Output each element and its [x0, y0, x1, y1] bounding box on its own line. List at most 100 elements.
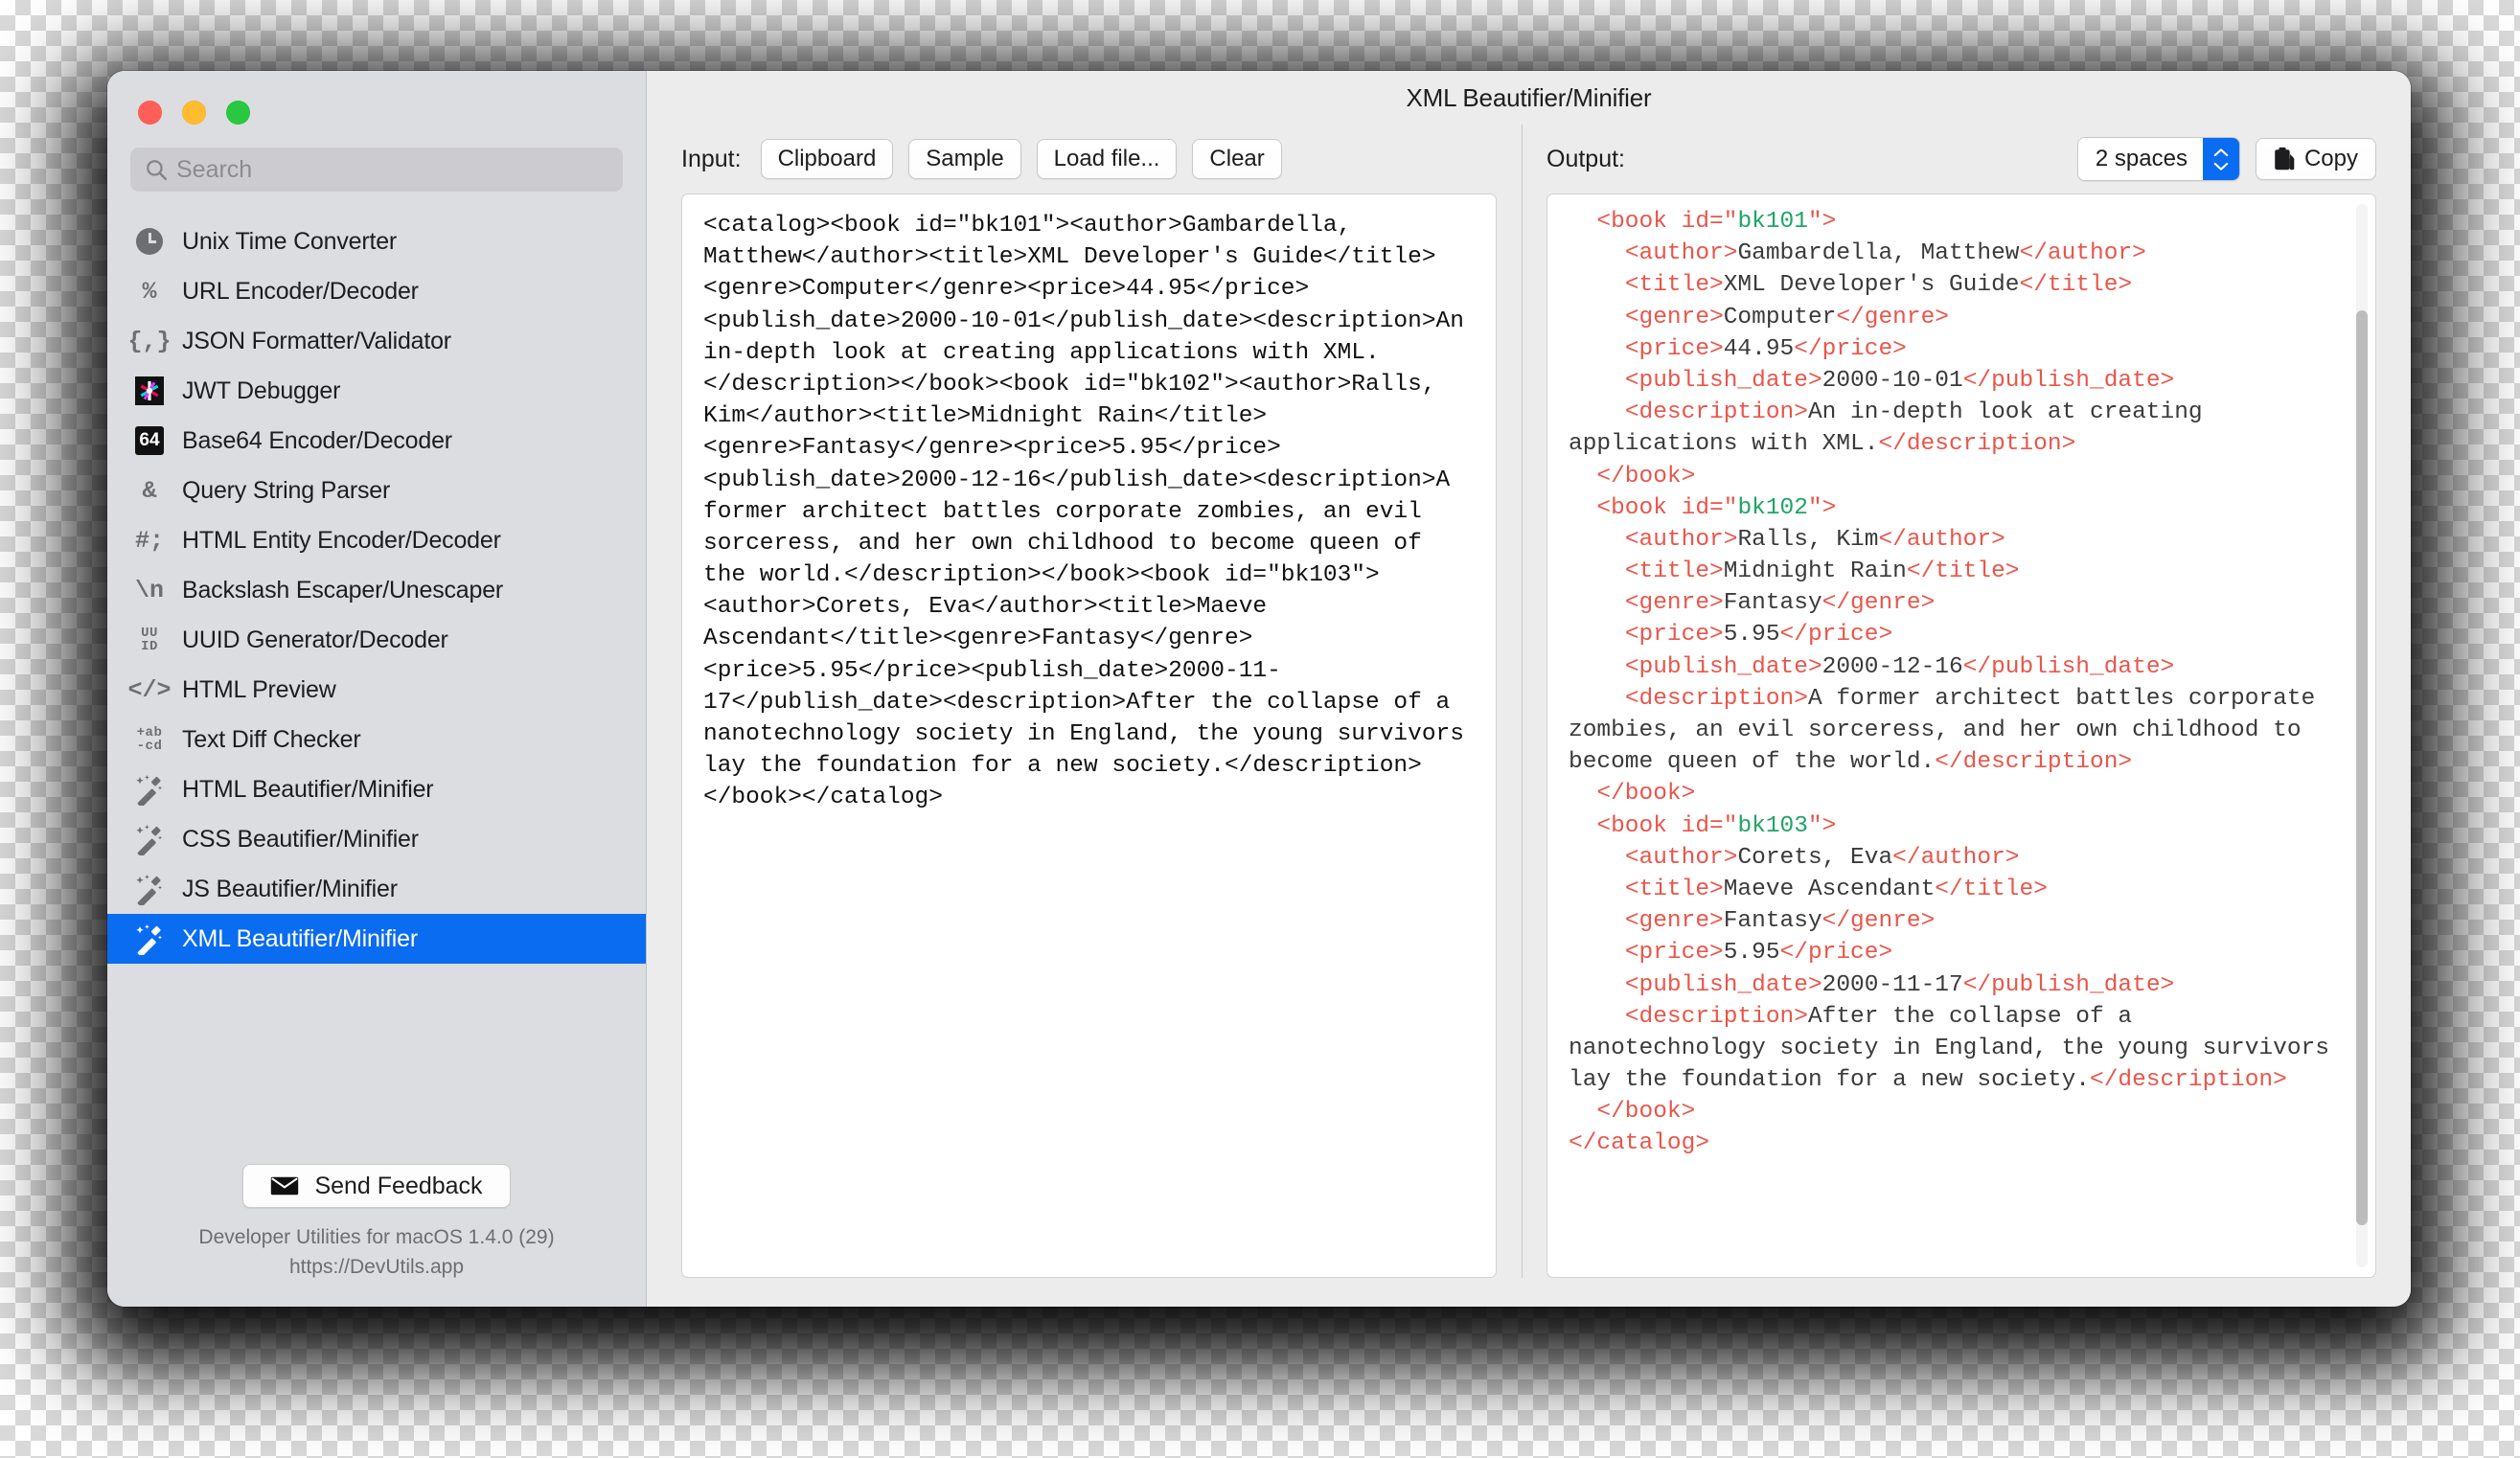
output-line: <author>Gambardella, Matthew</author>	[1624, 240, 2146, 267]
sidebar-item-uuid-generator-decoder[interactable]: UU ID UUID Generator/Decoder	[107, 615, 646, 665]
sidebar-item-xml-beautifier-minifier[interactable]: XML Beautifier/Minifier	[107, 914, 646, 964]
sidebar-item-label: HTML Preview	[182, 675, 336, 703]
output-text[interactable]: <book id="bk101"> <author>Gambardella, M…	[1547, 194, 2375, 1277]
output-toolbar: Output: 2 spaces Copy	[1546, 125, 2376, 194]
chevron-updown-icon[interactable]	[2202, 138, 2239, 180]
output-line: <price>44.95</price>	[1624, 335, 1907, 362]
send-feedback-button[interactable]: Send Feedback	[242, 1164, 511, 1209]
sidebar-item-css-beautifier-minifier[interactable]: CSS Beautifier/Minifier	[107, 814, 646, 864]
sidebar-item-html-preview[interactable]: </> HTML Preview	[107, 665, 646, 715]
sidebar-item-label: XML Beautifier/Minifier	[182, 924, 418, 952]
sidebar-item-label: JSON Formatter/Validator	[182, 327, 451, 354]
sidebar-item-query-string-parser[interactable]: & Query String Parser	[107, 466, 646, 515]
input-label: Input:	[681, 145, 742, 172]
indent-select[interactable]: 2 spaces	[2076, 137, 2240, 181]
output-line: </book>	[1596, 463, 1696, 490]
output-textarea[interactable]: <book id="bk101"> <author>Gambardella, M…	[1546, 194, 2376, 1278]
base64-icon: 64	[132, 423, 167, 458]
sidebar-item-html-entity-encoder-decoder[interactable]: #; HTML Entity Encoder/Decoder	[107, 515, 646, 565]
output-line: <genre>Fantasy</genre>	[1624, 908, 1936, 935]
load-file-button[interactable]: Load file...	[1036, 139, 1178, 179]
output-line: </catalog>	[1569, 1130, 1710, 1157]
sidebar-item-label: Backslash Escaper/Unescaper	[182, 576, 504, 604]
sidebar-item-backslash-escaper-unescaper[interactable]: \n Backslash Escaper/Unescaper	[107, 565, 646, 615]
ampersand-icon: &	[142, 476, 157, 505]
magic-wand-icon	[132, 772, 167, 807]
output-line: <description>After the collapse of a nan…	[1569, 1003, 2344, 1094]
clipboard-icon	[2275, 147, 2295, 171]
sidebar-item-label: CSS Beautifier/Minifier	[182, 825, 419, 853]
sidebar-item-label: URL Encoder/Decoder	[182, 277, 419, 305]
search-field[interactable]	[130, 148, 623, 192]
output-line: <book id="bk101">	[1596, 209, 1837, 235]
output-line: <title>Maeve Ascendant</title>	[1624, 876, 2048, 902]
output-scrollbar-thumb[interactable]	[2356, 310, 2368, 1225]
output-pane: Output: 2 spaces Copy <book id="bk101"> …	[1546, 125, 2411, 1278]
sidebar-item-label: Base64 Encoder/Decoder	[182, 426, 452, 454]
app-url[interactable]: https://DevUtils.app	[107, 1253, 646, 1282]
output-line: <author>Corets, Eva</author>	[1624, 844, 2020, 871]
copy-button-label: Copy	[2303, 146, 2358, 171]
sidebar-item-label: Unix Time Converter	[182, 227, 398, 255]
input-textarea[interactable]: <catalog><book id="bk101"><author>Gambar…	[681, 194, 1497, 1278]
tool-list: Unix Time Converter % URL Encoder/Decode…	[107, 216, 646, 964]
output-line: <publish_date>2000-11-17</publish_date>	[1624, 971, 2175, 998]
search-input[interactable]	[176, 155, 609, 184]
output-line: <author>Ralls, Kim</author>	[1624, 526, 2005, 553]
sample-button[interactable]: Sample	[908, 139, 1021, 179]
output-line: <price>5.95</price>	[1624, 622, 1893, 649]
send-feedback-label: Send Feedback	[314, 1172, 483, 1199]
percent-icon: %	[142, 277, 157, 306]
input-text[interactable]: <catalog><book id="bk101"><author>Gambar…	[682, 194, 1496, 1277]
braces-icon: {,}	[127, 327, 172, 355]
output-line: </book>	[1596, 781, 1696, 808]
output-line: <genre>Computer</genre>	[1624, 304, 1949, 330]
panes: Input: Clipboard Sample Load file... Cle…	[647, 125, 2411, 1307]
sidebar-item-label: HTML Entity Encoder/Decoder	[182, 526, 501, 554]
text-diff-icon: +ab -cd	[136, 725, 163, 754]
sidebar-item-html-beautifier-minifier[interactable]: HTML Beautifier/Minifier	[107, 764, 646, 814]
main-content: XML Beautifier/Minifier Input: Clipboard…	[647, 71, 2411, 1307]
sidebar-item-jwt-debugger[interactable]: JWT Debugger	[107, 366, 646, 416]
output-line: </book>	[1596, 1099, 1696, 1126]
sidebar-item-label: Query String Parser	[182, 476, 391, 504]
maximize-button[interactable]	[226, 100, 250, 125]
output-line: <title>Midnight Rain</title>	[1624, 558, 2020, 585]
sidebar-item-base64-encoder-decoder[interactable]: 64 Base64 Encoder/Decoder	[107, 416, 646, 466]
output-label: Output:	[1546, 145, 1625, 172]
indent-select-value: 2 spaces	[2077, 138, 2203, 180]
sidebar-item-json-formatter-validator[interactable]: {,} JSON Formatter/Validator	[107, 316, 646, 366]
output-line: <description>A former architect battles …	[1569, 685, 2329, 776]
sidebar-item-label: Text Diff Checker	[182, 725, 361, 753]
output-line: <price>5.95</price>	[1624, 940, 1893, 967]
copy-button[interactable]: Copy	[2255, 138, 2376, 180]
output-line: <book id="bk102">	[1596, 494, 1837, 521]
sidebar-item-label: HTML Beautifier/Minifier	[182, 775, 434, 803]
sidebar-item-text-diff-checker[interactable]: +ab -cd Text Diff Checker	[107, 715, 646, 764]
close-button[interactable]	[138, 100, 162, 125]
app-window: Unix Time Converter % URL Encoder/Decode…	[107, 71, 2411, 1307]
output-line: <genre>Fantasy</genre>	[1624, 590, 1936, 617]
code-brackets-icon: </>	[127, 675, 172, 704]
sidebar-item-unix-time-converter[interactable]: Unix Time Converter	[107, 216, 646, 266]
envelope-icon	[271, 1176, 299, 1196]
output-line: <title>XML Developer's Guide</title>	[1624, 272, 2133, 299]
clear-button[interactable]: Clear	[1192, 139, 1282, 179]
input-toolbar: Input: Clipboard Sample Load file... Cle…	[681, 125, 1497, 194]
output-line: <book id="bk103">	[1596, 812, 1837, 839]
sidebar-item-label: UUID Generator/Decoder	[182, 626, 448, 653]
clipboard-button[interactable]: Clipboard	[760, 139, 894, 179]
sidebar-item-url-encoder-decoder[interactable]: % URL Encoder/Decoder	[107, 266, 646, 316]
titlebar: XML Beautifier/Minifier	[647, 71, 2411, 125]
page-title: XML Beautifier/Minifier	[1406, 82, 1652, 112]
pane-splitter[interactable]	[1497, 125, 1546, 1278]
backslash-n-icon: \n	[134, 576, 164, 604]
app-version: Developer Utilities for macOS 1.4.0 (29)	[198, 1226, 555, 1249]
hash-semicolon-icon: #;	[134, 526, 164, 555]
output-line: <publish_date>2000-10-01</publish_date>	[1624, 367, 2175, 394]
output-scrollbar[interactable]	[2356, 204, 2368, 1267]
jwt-icon	[132, 374, 167, 408]
sidebar-item-label: JWT Debugger	[182, 376, 341, 404]
sidebar-item-js-beautifier-minifier[interactable]: JS Beautifier/Minifier	[107, 864, 646, 914]
minimize-button[interactable]	[182, 100, 206, 125]
